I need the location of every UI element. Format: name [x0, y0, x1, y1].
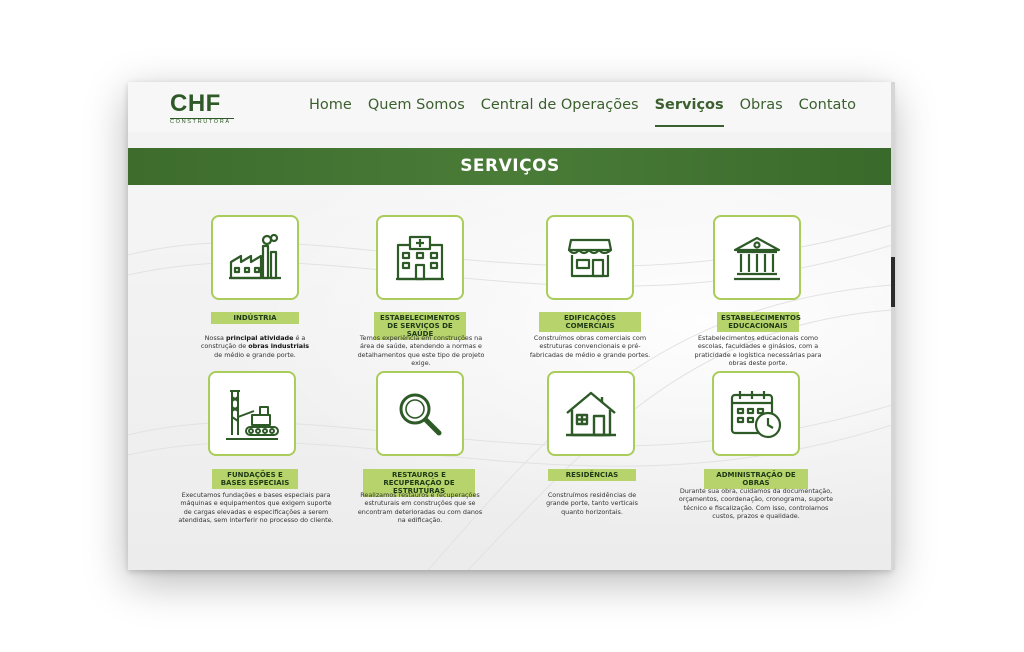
- calendar-clock-icon: [730, 390, 782, 438]
- house-icon: [566, 391, 616, 436]
- browser-viewport: CHF CONSTRUTORA Home Quem Somos Central …: [128, 82, 892, 570]
- school-icon: [733, 236, 781, 280]
- comerciais-desc: Construímos obras comerciais com estrutu…: [529, 334, 651, 359]
- nav-quem-somos[interactable]: Quem Somos: [368, 97, 465, 127]
- nav-central-operacoes[interactable]: Central de Operações: [481, 97, 639, 127]
- nav-home[interactable]: Home: [309, 97, 352, 127]
- restauros-desc: Realizamos restauros e recuperações estr…: [357, 491, 483, 524]
- educacionais-icon-box[interactable]: [713, 215, 801, 300]
- educacionais-title: ESTABELECIMENTOS EDUCACIONAIS: [717, 312, 801, 332]
- saude-icon-box[interactable]: [376, 215, 464, 300]
- comerciais-icon-box[interactable]: [546, 215, 634, 300]
- saude-desc: Temos experiência em construções na área…: [357, 334, 485, 367]
- main-nav: Home Quem Somos Central de Operações Ser…: [309, 97, 856, 127]
- magnifier-icon: [399, 393, 442, 435]
- hospital-icon: [396, 235, 444, 280]
- residencias-desc: Construímos residências de grande porte,…: [546, 491, 638, 516]
- page-scrollbar[interactable]: [891, 82, 895, 570]
- comerciais-title: EDIFICAÇÕES COMERCIAIS: [539, 312, 641, 332]
- section-title-band: SERVIÇOS: [128, 148, 892, 185]
- section-title: SERVIÇOS: [460, 156, 560, 176]
- industria-icon-box[interactable]: [211, 215, 299, 300]
- nav-contato[interactable]: Contato: [799, 97, 856, 127]
- scrollbar-thumb[interactable]: [891, 257, 895, 307]
- logo[interactable]: CHF CONSTRUTORA: [170, 91, 240, 125]
- services-section: INDÚSTRIA Nossa principal atividade é a …: [128, 185, 892, 570]
- fundacoes-desc: Executamos fundações e bases especiais p…: [178, 491, 334, 524]
- administracao-title: ADMINISTRAÇÃO DE OBRAS: [704, 469, 808, 489]
- nav-servicos[interactable]: Serviços: [654, 97, 724, 127]
- logo-name: CHF: [170, 90, 221, 117]
- residencias-title: RESIDÊNCIAS: [548, 469, 636, 481]
- industria-title: INDÚSTRIA: [211, 312, 299, 324]
- administracao-icon-box[interactable]: [712, 371, 800, 456]
- restauros-icon-box[interactable]: [376, 371, 464, 456]
- fundacoes-title: FUNDAÇÕES E BASES ESPECIAIS: [212, 469, 298, 489]
- educacionais-desc: Estabelecimentos educacionais como escol…: [694, 334, 822, 367]
- fundacoes-icon-box[interactable]: [208, 371, 296, 456]
- administracao-desc: Durante sua obra, cuidamos da documentaç…: [678, 487, 834, 520]
- store-icon: [567, 238, 613, 277]
- industria-desc: Nossa principal atividade é a construção…: [200, 334, 310, 359]
- residencias-icon-box[interactable]: [547, 371, 635, 456]
- pile-driver-icon: [226, 389, 279, 440]
- nav-obras[interactable]: Obras: [740, 97, 783, 127]
- factory-icon: [229, 233, 281, 279]
- logo-subtitle: CONSTRUTORA: [170, 119, 231, 125]
- site-header: CHF CONSTRUTORA Home Quem Somos Central …: [128, 82, 892, 132]
